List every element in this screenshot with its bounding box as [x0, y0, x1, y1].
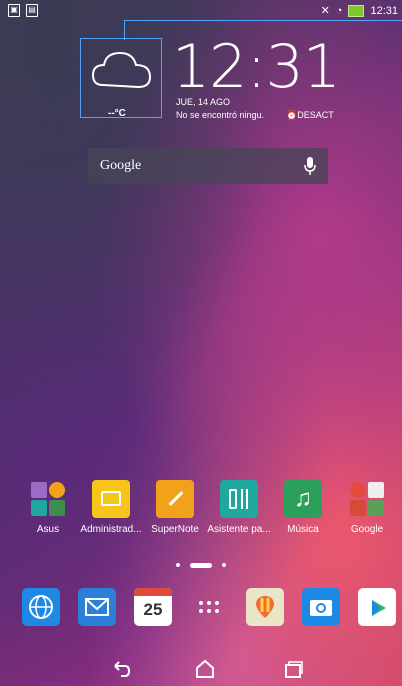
page-dot[interactable]	[176, 563, 180, 567]
notification-icon: ▣	[8, 4, 20, 17]
home-icon	[196, 659, 214, 678]
status-left-icons: ▣ ▤	[8, 4, 38, 17]
page-dot-active[interactable]	[190, 562, 212, 568]
play-store-icon[interactable]	[358, 588, 396, 626]
equalizer-icon	[220, 480, 258, 518]
alarm-status: ⏰DESACT	[286, 110, 334, 121]
widget-outline-vertical	[124, 20, 125, 40]
pencil-icon	[156, 480, 194, 518]
app-label: Música	[287, 524, 319, 535]
alarm-text: DESACT	[297, 110, 334, 120]
asus-folder-icon	[29, 480, 67, 518]
maps-icon[interactable]	[246, 588, 284, 626]
search-label: Google	[100, 158, 142, 173]
camera-icon[interactable]	[302, 588, 340, 626]
calendar-day: 25	[143, 600, 163, 619]
recent-apps-icon	[285, 661, 303, 678]
recent-apps-button[interactable]	[278, 654, 308, 684]
status-bar: ▣ ▤ ✕ ◔ 12:31	[0, 0, 402, 22]
music-note-icon: ♫	[284, 480, 322, 518]
weather-location: No se encontró ningu.	[176, 110, 265, 120]
email-icon[interactable]	[78, 588, 116, 626]
clock-time[interactable]: 12:31	[172, 32, 341, 102]
wifi-icon: ◔	[335, 4, 343, 17]
app-label: Asistente pa...	[207, 524, 271, 535]
battery-icon	[348, 4, 365, 17]
home-button[interactable]	[190, 654, 220, 684]
browser-icon[interactable]	[22, 588, 60, 626]
alarm-icon: ⏰	[286, 110, 298, 120]
cloud-icon	[91, 51, 152, 89]
google-folder-icon	[348, 480, 386, 518]
mute-icon: ✕	[320, 5, 330, 17]
app-asus-folder[interactable]: Asus	[13, 480, 83, 535]
app-supernote[interactable]: SuperNote	[140, 480, 210, 535]
app-label: Google	[350, 524, 384, 535]
navigation-bar	[0, 650, 402, 686]
google-search-bar[interactable]: Google	[88, 148, 328, 184]
screenshot-icon: ▤	[26, 4, 38, 17]
status-right-icons: ✕ ◔ 12:31	[321, 4, 398, 17]
dock: 25	[0, 588, 402, 634]
temperature: --°C	[108, 108, 126, 119]
app-google-folder[interactable]: Google	[332, 480, 402, 535]
status-time: 12:31	[370, 4, 398, 17]
app-row: Asus Administrad... SuperNote Asistente …	[0, 480, 402, 550]
app-label: SuperNote	[151, 524, 199, 535]
back-arrow-icon	[114, 661, 131, 677]
app-music[interactable]: ♫ Música	[268, 480, 338, 535]
back-button[interactable]	[106, 654, 136, 684]
widget-outline-horizontal	[124, 20, 402, 21]
app-drawer-icon[interactable]	[190, 588, 228, 626]
calendar-icon[interactable]: 25	[134, 588, 172, 626]
app-assistant[interactable]: Asistente pa...	[204, 480, 274, 535]
clock-date: JUE, 14 AGO	[176, 97, 231, 107]
app-file-manager[interactable]: Administrad...	[76, 480, 146, 535]
page-indicator	[0, 560, 402, 570]
folder-icon	[92, 480, 130, 518]
page-dot[interactable]	[222, 563, 226, 567]
app-label: Administrad...	[80, 524, 142, 535]
microphone-icon[interactable]	[304, 156, 316, 176]
app-label: Asus	[36, 524, 60, 535]
